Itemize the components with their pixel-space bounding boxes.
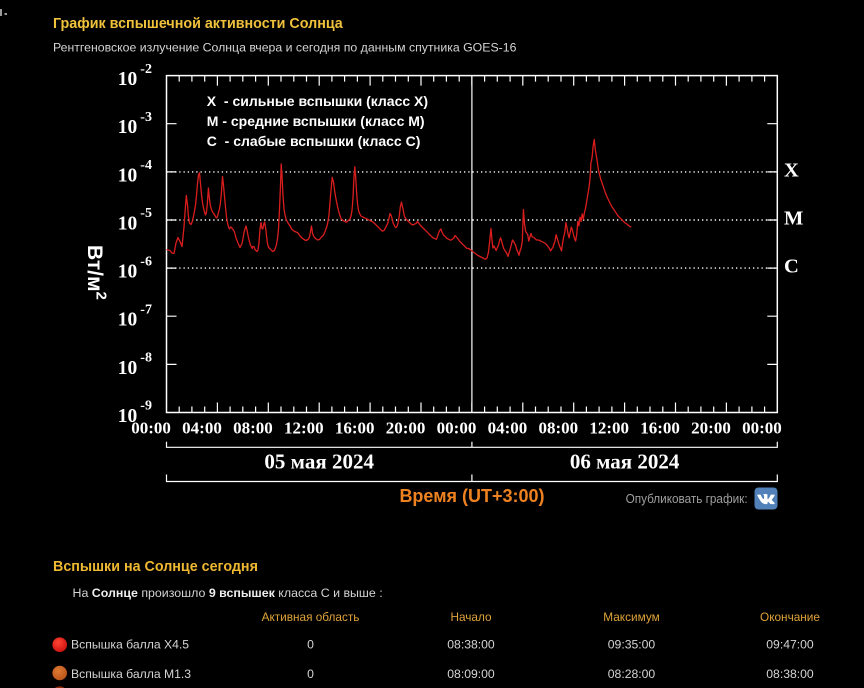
- svg-text:04:00: 04:00: [182, 419, 222, 438]
- svg-text:10: 10: [118, 310, 138, 331]
- svg-text:06 мая 2024: 06 мая 2024: [570, 450, 680, 474]
- svg-text:08:00: 08:00: [233, 419, 273, 438]
- svg-text:08:00: 08:00: [538, 419, 578, 438]
- svg-text:Максимум: Максимум: [603, 610, 659, 624]
- svg-text:10: 10: [118, 117, 138, 138]
- svg-text:Время (UT+3:00): Время (UT+3:00): [399, 486, 544, 506]
- svg-text:C: C: [784, 255, 799, 277]
- svg-text:04:00: 04:00: [488, 419, 528, 438]
- svg-text:00:00: 00:00: [131, 419, 171, 438]
- svg-text:-3: -3: [140, 110, 152, 125]
- svg-text:-9: -9: [140, 399, 152, 414]
- svg-text:05 мая 2024: 05 мая 2024: [264, 450, 374, 474]
- svg-text:10: 10: [118, 262, 138, 283]
- svg-text:10: 10: [118, 358, 138, 379]
- svg-text:-5: -5: [140, 206, 152, 221]
- svg-text:10: 10: [118, 213, 138, 234]
- svg-text:C - слабые вспышки (класс C): C - слабые вспышки (класс C): [207, 133, 421, 149]
- svg-text:00:00: 00:00: [742, 419, 782, 438]
- svg-text:M - средние вспышки (класс M): M - средние вспышки (класс M): [207, 113, 425, 129]
- svg-text:На Солнце произошло 9 вспышек: На Солнце произошло 9 вспышек класса C и…: [73, 586, 383, 600]
- svg-text:12:00: 12:00: [284, 419, 324, 438]
- svg-text:Вспышка балла M1.3: Вспышка балла M1.3: [71, 667, 191, 681]
- svg-text:16:00: 16:00: [335, 419, 375, 438]
- svg-text:Рентгеновское излучение Солнца: Рентгеновское излучение Солнца вчера и с…: [53, 41, 517, 55]
- svg-text:-7: -7: [140, 302, 152, 317]
- svg-text:09:35:00: 09:35:00: [608, 637, 656, 651]
- svg-text:Начало: Начало: [450, 610, 492, 624]
- svg-text:20:00: 20:00: [691, 419, 731, 438]
- svg-text:-6: -6: [140, 254, 152, 269]
- svg-text:X: X: [784, 159, 799, 181]
- svg-text:Опубликовать график:: Опубликовать график:: [626, 492, 748, 506]
- svg-text:-4: -4: [140, 158, 152, 173]
- svg-text:M: M: [784, 207, 803, 229]
- svg-text:10: 10: [118, 165, 138, 186]
- svg-text:-8: -8: [140, 351, 152, 366]
- svg-text:20:00: 20:00: [386, 419, 426, 438]
- svg-text:Вспышка балла X4.5: Вспышка балла X4.5: [71, 637, 189, 651]
- svg-text:Активная область: Активная область: [262, 610, 360, 624]
- svg-text:16:00: 16:00: [640, 419, 680, 438]
- svg-text:08:38:00: 08:38:00: [447, 637, 495, 651]
- svg-text:График вспышечной активности С: График вспышечной активности Солнца: [53, 16, 344, 32]
- svg-text:00:00: 00:00: [437, 419, 477, 438]
- svg-text:X - сильные вспышки (класс X): X - сильные вспышки (класс X): [207, 93, 428, 109]
- svg-text:12:00: 12:00: [589, 419, 629, 438]
- svg-text:Вспышки на Солнце сегодня: Вспышки на Солнце сегодня: [53, 559, 258, 575]
- svg-text:08:28:00: 08:28:00: [608, 667, 656, 681]
- svg-text:0: 0: [307, 667, 314, 681]
- svg-text:-2: -2: [140, 62, 152, 77]
- svg-text:09:47:00: 09:47:00: [766, 637, 814, 651]
- svg-text:10: 10: [118, 69, 138, 90]
- svg-text:08:09:00: 08:09:00: [447, 667, 495, 681]
- svg-text:Окончание: Окончание: [760, 610, 820, 624]
- svg-text:0: 0: [307, 637, 314, 651]
- svg-text:08:38:00: 08:38:00: [766, 667, 814, 681]
